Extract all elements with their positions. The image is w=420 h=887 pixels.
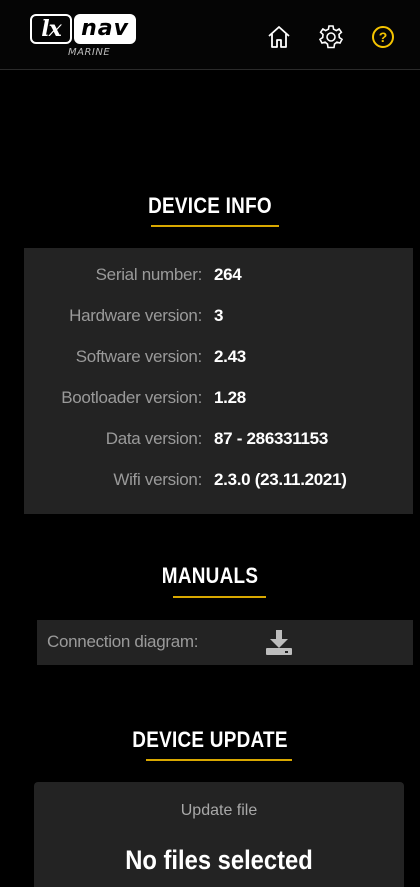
- download-icon[interactable]: [265, 629, 293, 655]
- update-file-label: Update file: [180, 802, 258, 819]
- device-update-title: DEVICE UPDATE: [132, 727, 288, 752]
- device-update-underline: [146, 759, 292, 761]
- wifi-version-row: Wifi version: 2.3.0 (23.11.2021): [24, 460, 386, 500]
- data-version-label: Data version:: [105, 429, 203, 448]
- wifi-version-value: 2.3.0 (23.11.2021): [214, 470, 347, 489]
- data-version-value: 87 - 286331153: [214, 429, 328, 448]
- device-info-title: DEVICE INFO: [148, 193, 272, 218]
- serial-number-row: Serial number: 264: [24, 255, 386, 295]
- serial-number-label: Serial number:: [95, 265, 203, 284]
- manuals-title: MANUALS: [161, 563, 259, 588]
- logo-nav-mark: nav: [74, 14, 136, 44]
- gear-icon[interactable]: [318, 24, 344, 50]
- bootloader-version-value: 1.28: [214, 388, 246, 407]
- logo-lx-mark: lx: [30, 14, 72, 44]
- device-info-underline: [151, 225, 279, 227]
- help-icon[interactable]: ?: [370, 24, 396, 50]
- connection-diagram-label: Connection diagram:: [47, 632, 199, 651]
- svg-text:?: ?: [379, 29, 388, 45]
- hardware-version-value: 3: [214, 306, 224, 325]
- hardware-version-row: Hardware version: 3: [24, 296, 386, 336]
- wifi-version-label: Wifi version:: [113, 470, 202, 489]
- bootloader-version-label: Bootloader version:: [61, 388, 202, 407]
- software-version-label: Software version:: [75, 347, 203, 366]
- update-file-dropzone[interactable]: Update file No files selected: [34, 782, 404, 887]
- logo-subtitle: MARINE: [68, 47, 111, 58]
- bootloader-version-row: Bootloader version: 1.28: [24, 378, 386, 418]
- manuals-panel: Connection diagram:: [37, 620, 413, 665]
- manuals-underline: [173, 596, 266, 598]
- files-status: No files selected: [125, 845, 313, 875]
- data-version-row: Data version: 87 - 286331153: [24, 419, 386, 459]
- software-version-row: Software version: 2.43: [24, 337, 386, 377]
- serial-number-value: 264: [214, 265, 242, 284]
- top-bar: lx nav MARINE ?: [0, 0, 420, 70]
- home-icon[interactable]: [266, 24, 292, 50]
- device-info-panel: Serial number: 264 Hardware version: 3 S…: [24, 248, 413, 514]
- lxnav-logo[interactable]: lx nav MARINE: [30, 14, 140, 62]
- software-version-value: 2.43: [214, 347, 246, 366]
- hardware-version-label: Hardware version:: [69, 306, 202, 325]
